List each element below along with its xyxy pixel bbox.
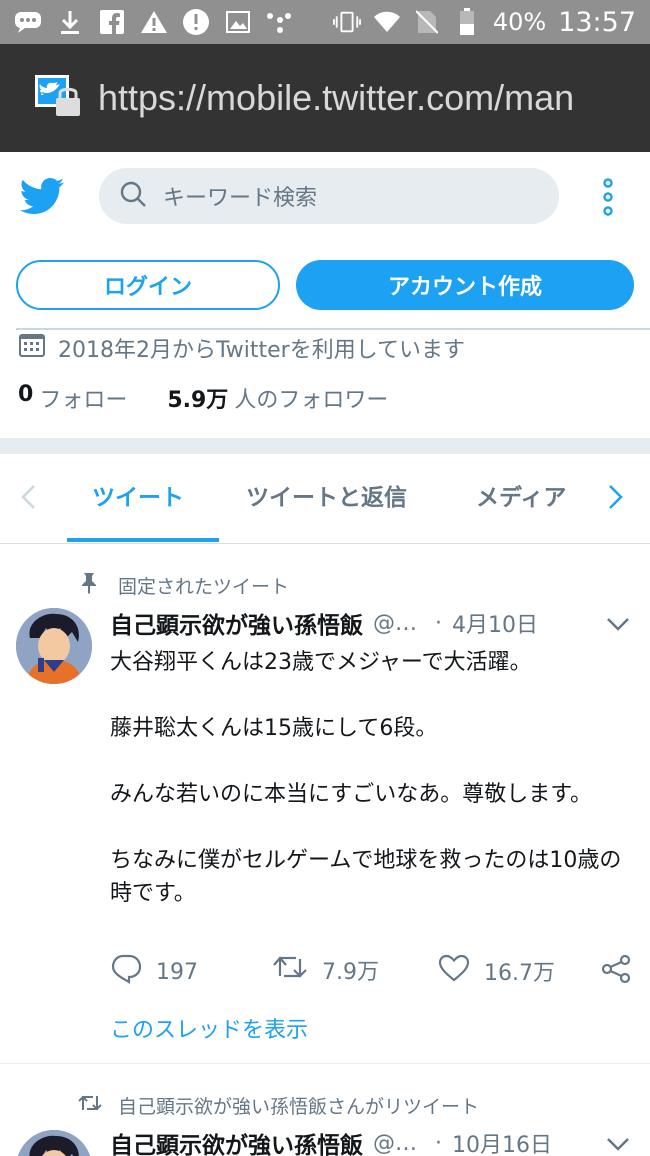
- pinned-tweet[interactable]: 固定されたツイート 自己顕示欲が強い孫悟飯 @… · 4月10日 大谷翔平くんは…: [0, 560, 650, 1064]
- url-text: https://mobile.twitter.com/man: [98, 77, 575, 118]
- retweet-small-icon: [78, 1094, 102, 1117]
- author-name[interactable]: 自己顕示欲が強い孫悟飯: [110, 1126, 363, 1156]
- search-icon: [119, 180, 147, 212]
- share-button[interactable]: [600, 954, 632, 990]
- followers-count[interactable]: 5.9万: [167, 382, 228, 414]
- like-count: 16.7万: [484, 961, 555, 986]
- tweet-paragraph: みんな若いのに本当にすごいなあ。尊敬します。: [110, 782, 593, 807]
- following-label[interactable]: フォロー: [39, 382, 127, 414]
- login-button[interactable]: ログイン: [16, 260, 280, 310]
- more-options-icon[interactable]: [598, 178, 618, 218]
- warning-icon: [140, 8, 168, 36]
- active-tab-indicator: [67, 538, 219, 542]
- vibrate-icon: [332, 8, 361, 36]
- tweet-paragraph: 大谷翔平くんは23歳でメジャーで大活躍。: [110, 650, 532, 675]
- battery-percent: 40%: [492, 8, 547, 36]
- separator-dot: ·: [435, 610, 442, 636]
- reply-button[interactable]: 197: [110, 954, 198, 990]
- chevron-down-icon[interactable]: [606, 616, 630, 635]
- retweet-context: 自己顕示欲が強い孫悟飯さんがリツイート: [78, 1092, 479, 1119]
- reply-icon: [110, 954, 142, 990]
- clock: 13:57: [558, 6, 636, 38]
- download-icon: [56, 8, 84, 36]
- tab-tweets[interactable]: ツイート: [92, 478, 184, 512]
- tabs-scroll-right-icon[interactable]: [608, 484, 624, 517]
- retweet-button[interactable]: 7.9万: [272, 954, 379, 986]
- signup-button[interactable]: アカウント作成: [296, 260, 634, 310]
- tweet-date[interactable]: 10月16日: [452, 1127, 552, 1156]
- messages-icon: [14, 8, 42, 36]
- follow-stats: 0 フォロー 5.9万 人のフォロワー: [18, 382, 388, 414]
- tabs-scroll-left-icon[interactable]: [20, 484, 36, 517]
- like-button[interactable]: 16.7万: [438, 954, 555, 988]
- retweeted-tweet[interactable]: 自己顕示欲が強い孫悟飯さんがリツイート 自己顕示欲が強い孫悟飯 @… · 10月…: [0, 1084, 650, 1156]
- tab-media[interactable]: メディア: [476, 478, 566, 512]
- retweet-context-text: 自己顕示欲が強い孫悟飯さんがリツイート: [118, 1096, 480, 1118]
- alert-icon: [182, 8, 210, 36]
- author-name[interactable]: 自己顕示欲が強い孫悟飯: [110, 606, 363, 640]
- calendar-icon: [18, 332, 46, 364]
- tweet-date[interactable]: 4月10日: [452, 607, 538, 639]
- tweet-paragraph: ちなみに僕がセルゲームで地球を救ったのは10歳の時です。: [110, 848, 622, 906]
- pin-icon: [80, 572, 98, 599]
- site-lock-icon: [34, 74, 84, 122]
- status-bar: 40% 13:57: [0, 0, 650, 44]
- followers-label[interactable]: 人のフォロワー: [234, 382, 388, 414]
- share-icon: [600, 954, 632, 990]
- browser-url-bar[interactable]: https://mobile.twitter.com/man: [0, 44, 650, 152]
- tweet-paragraph: 藤井聡太くんは15歳にして6段。: [110, 716, 438, 741]
- image-icon: [224, 8, 252, 36]
- auth-buttons: ログイン アカウント作成: [0, 260, 650, 312]
- author-handle[interactable]: @…: [373, 1131, 417, 1156]
- wifi-icon: [373, 8, 401, 36]
- show-thread-link[interactable]: このスレッドを表示: [110, 1012, 308, 1044]
- avatar[interactable]: [16, 608, 92, 684]
- search-placeholder: キーワード検索: [163, 186, 318, 211]
- joined-date: 2018年2月からTwitterを利用しています: [18, 332, 465, 364]
- profile-tabs: ツイート ツイートと返信 メディア: [0, 456, 650, 544]
- facebook-icon: [98, 8, 126, 36]
- tweet-text: 大谷翔平くんは23歳でメジャーで大活躍。 藤井聡太くんは15歳にして6段。 みん…: [110, 646, 630, 943]
- separator-dot: ·: [435, 1130, 442, 1156]
- tab-tweets-and-replies[interactable]: ツイートと返信: [246, 478, 407, 512]
- divider: [16, 328, 650, 330]
- tweet-actions: 197 7.9万 16.7万: [110, 954, 640, 994]
- chevron-down-icon[interactable]: [606, 1136, 630, 1155]
- author-handle[interactable]: @…: [373, 611, 417, 636]
- tweet-header: 自己顕示欲が強い孫悟飯 @… · 10月16日: [110, 1126, 552, 1156]
- no-sim-icon: [413, 8, 441, 36]
- pinned-label: 固定されたツイート: [118, 576, 290, 598]
- retweet-icon: [272, 954, 308, 986]
- following-count[interactable]: 0: [18, 382, 33, 414]
- avatar[interactable]: [16, 1130, 92, 1156]
- search-input[interactable]: キーワード検索: [99, 168, 559, 224]
- pinned-indicator: 固定されたツイート: [80, 572, 289, 599]
- section-separator: [0, 438, 650, 454]
- dots-app-icon: [266, 8, 294, 36]
- joined-text: 2018年2月からTwitterを利用しています: [58, 338, 466, 363]
- reply-count: 197: [156, 959, 198, 985]
- battery-icon: [453, 8, 481, 36]
- twitter-logo-icon[interactable]: [20, 178, 64, 218]
- retweet-count: 7.9万: [322, 960, 379, 985]
- tweet-header: 自己顕示欲が強い孫悟飯 @… · 4月10日: [110, 606, 630, 640]
- site-header: キーワード検索: [0, 152, 650, 244]
- heart-icon: [438, 954, 470, 988]
